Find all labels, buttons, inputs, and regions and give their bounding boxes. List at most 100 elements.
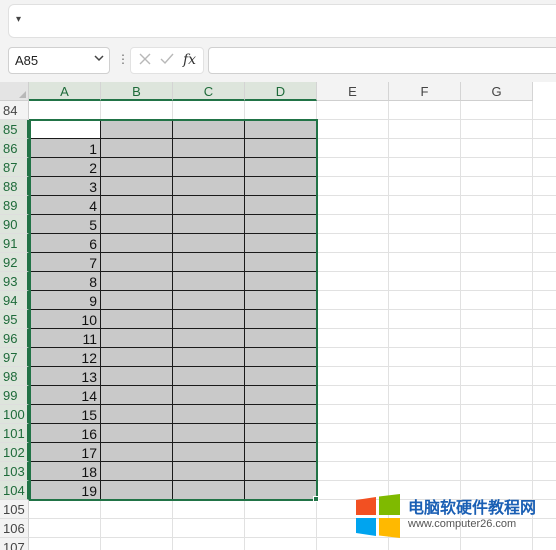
cell-b89[interactable] [101, 196, 173, 215]
cell-c101[interactable] [173, 424, 245, 443]
x-icon[interactable] [137, 51, 153, 72]
cell-d100[interactable] [245, 405, 317, 424]
row-header-105[interactable]: 105 [0, 500, 29, 519]
row-header-104[interactable]: 104 [0, 481, 29, 500]
cell-c91[interactable] [173, 234, 245, 253]
cell-d101[interactable] [245, 424, 317, 443]
cell-a101[interactable]: 16 [29, 424, 101, 443]
cell-b94[interactable] [101, 291, 173, 310]
cell-b88[interactable] [101, 177, 173, 196]
row-header-96[interactable]: 96 [0, 329, 29, 348]
cell-c103[interactable] [173, 462, 245, 481]
cell-a87[interactable]: 2 [29, 158, 101, 177]
row-header-85[interactable]: 85 [0, 120, 29, 139]
cell-a104[interactable]: 19 [29, 481, 101, 500]
row-header-88[interactable]: 88 [0, 177, 29, 196]
cell-b95[interactable] [101, 310, 173, 329]
row-header-87[interactable]: 87 [0, 158, 29, 177]
cell-b87[interactable] [101, 158, 173, 177]
cell-d89[interactable] [245, 196, 317, 215]
column-header-f[interactable]: F [389, 82, 461, 101]
cell-a100[interactable]: 15 [29, 405, 101, 424]
cell-c87[interactable] [173, 158, 245, 177]
cell-d85[interactable] [245, 120, 317, 139]
row-header-91[interactable]: 91 [0, 234, 29, 253]
cell-a92[interactable]: 7 [29, 253, 101, 272]
formula-bar-splitter-icon[interactable]: ⋮ [117, 52, 129, 66]
cell-d88[interactable] [245, 177, 317, 196]
cell-c88[interactable] [173, 177, 245, 196]
cell-c93[interactable] [173, 272, 245, 291]
column-header-c[interactable]: C [173, 82, 245, 101]
row-header-106[interactable]: 106 [0, 519, 29, 538]
cell-a102[interactable]: 17 [29, 443, 101, 462]
formula-input[interactable] [208, 47, 556, 74]
cell-a94[interactable]: 9 [29, 291, 101, 310]
cell-c90[interactable] [173, 215, 245, 234]
cell-c99[interactable] [173, 386, 245, 405]
cell-a89[interactable]: 4 [29, 196, 101, 215]
fill-handle[interactable] [313, 496, 319, 502]
column-header-b[interactable]: B [101, 82, 173, 101]
cell-c85[interactable] [173, 120, 245, 139]
column-header-a[interactable]: A [29, 82, 101, 101]
cell-c102[interactable] [173, 443, 245, 462]
select-all-corner[interactable] [0, 82, 29, 101]
cell-a91[interactable]: 6 [29, 234, 101, 253]
insert-function-button[interactable]: fx [183, 52, 196, 68]
cell-a96[interactable]: 11 [29, 329, 101, 348]
cell-a85[interactable] [29, 120, 101, 139]
cell-c104[interactable] [173, 481, 245, 500]
cell-d104[interactable] [245, 481, 317, 500]
cell-c89[interactable] [173, 196, 245, 215]
cell-b98[interactable] [101, 367, 173, 386]
row-header-101[interactable]: 101 [0, 424, 29, 443]
row-header-98[interactable]: 98 [0, 367, 29, 386]
cell-b90[interactable] [101, 215, 173, 234]
cell-b103[interactable] [101, 462, 173, 481]
cell-a98[interactable]: 13 [29, 367, 101, 386]
customize-quick-access-icon[interactable]: ▾ [16, 14, 28, 26]
cell-c94[interactable] [173, 291, 245, 310]
cell-d94[interactable] [245, 291, 317, 310]
cell-b86[interactable] [101, 139, 173, 158]
cell-d90[interactable] [245, 215, 317, 234]
cell-c92[interactable] [173, 253, 245, 272]
cell-b101[interactable] [101, 424, 173, 443]
name-box[interactable]: A85 [8, 47, 110, 74]
cell-d99[interactable] [245, 386, 317, 405]
cell-d91[interactable] [245, 234, 317, 253]
cell-c98[interactable] [173, 367, 245, 386]
cell-b97[interactable] [101, 348, 173, 367]
row-header-97[interactable]: 97 [0, 348, 29, 367]
cell-c95[interactable] [173, 310, 245, 329]
row-header-102[interactable]: 102 [0, 443, 29, 462]
row-header-100[interactable]: 100 [0, 405, 29, 424]
cell-b85[interactable] [101, 120, 173, 139]
cell-b92[interactable] [101, 253, 173, 272]
cell-d92[interactable] [245, 253, 317, 272]
cell-a99[interactable]: 14 [29, 386, 101, 405]
cell-a93[interactable]: 8 [29, 272, 101, 291]
row-header-94[interactable]: 94 [0, 291, 29, 310]
row-header-95[interactable]: 95 [0, 310, 29, 329]
row-header-92[interactable]: 92 [0, 253, 29, 272]
cell-b100[interactable] [101, 405, 173, 424]
row-header-89[interactable]: 89 [0, 196, 29, 215]
row-header-90[interactable]: 90 [0, 215, 29, 234]
cell-d95[interactable] [245, 310, 317, 329]
cell-a95[interactable]: 10 [29, 310, 101, 329]
row-header-84[interactable]: 84 [0, 101, 29, 120]
cell-d97[interactable] [245, 348, 317, 367]
cell-a88[interactable]: 3 [29, 177, 101, 196]
row-header-99[interactable]: 99 [0, 386, 29, 405]
cell-d102[interactable] [245, 443, 317, 462]
cell-b104[interactable] [101, 481, 173, 500]
cell-d103[interactable] [245, 462, 317, 481]
cell-c86[interactable] [173, 139, 245, 158]
cell-b96[interactable] [101, 329, 173, 348]
cell-a90[interactable]: 5 [29, 215, 101, 234]
cell-a103[interactable]: 18 [29, 462, 101, 481]
cell-d87[interactable] [245, 158, 317, 177]
cell-c100[interactable] [173, 405, 245, 424]
